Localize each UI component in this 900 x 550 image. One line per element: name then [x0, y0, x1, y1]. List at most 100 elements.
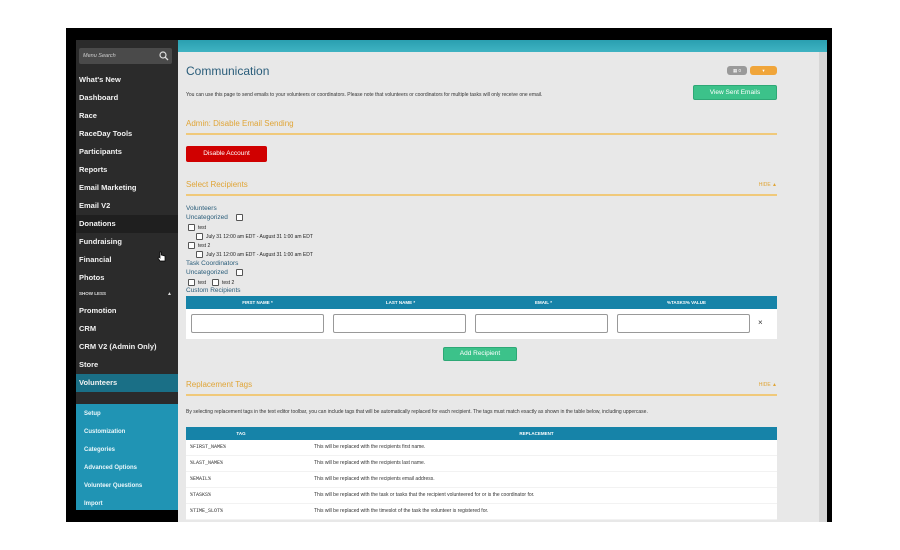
task-coordinators-label: Task Coordinators — [186, 260, 239, 267]
view-sent-emails-button[interactable]: View Sent Emails — [693, 85, 777, 100]
tag-name: %FIRST_NAME% — [190, 444, 227, 450]
add-recipient-button[interactable]: Add Recipient — [443, 347, 517, 361]
replacement-table-header: TAG REPLACEMENT — [186, 427, 777, 440]
submenu-item-advanced-options[interactable]: Advanced Options — [84, 461, 137, 475]
divider — [186, 133, 777, 135]
custom-recipients-label: Custom Recipients — [186, 287, 241, 294]
chevron-up-icon: ▲ — [772, 182, 777, 188]
table-row: %TASKS% This will be replaced with the t… — [186, 488, 777, 504]
test-label: test — [198, 225, 207, 231]
replacement-hide-label: HIDE — [758, 382, 771, 388]
test2-checkbox[interactable] — [188, 242, 195, 249]
chevron-up-icon: ▲ — [772, 382, 777, 388]
submenu-item-volunteer-questions[interactable]: Volunteer Questions — [84, 479, 142, 493]
chevron-up-icon: ▲ — [167, 291, 172, 297]
show-less-label: SHOW LESS — [79, 291, 107, 296]
volunteers-label: Volunteers — [186, 205, 217, 212]
admin-section-title: Admin: Disable Email Sending — [186, 119, 294, 128]
slot1-label: July 31 12:00 am EDT - August 31 1:00 am… — [206, 234, 313, 240]
column-last-name: LAST NAME * — [385, 300, 416, 305]
sidebar-item-race[interactable]: Race — [76, 107, 178, 125]
sidebar-item-promotion[interactable]: Promotion — [76, 302, 178, 320]
column-tasks-value: %TASKS% VALUE — [666, 300, 707, 305]
column-tag: TAG — [236, 431, 246, 436]
page-scrollbar[interactable] — [819, 52, 827, 522]
tag-name: %LAST_NAME% — [190, 460, 224, 466]
top-banner — [178, 40, 827, 52]
sidebar-item-donations[interactable]: Donations — [76, 215, 178, 233]
slot1-checkbox[interactable] — [196, 233, 203, 240]
tag-replacement: This will be replaced with the recipient… — [314, 444, 426, 450]
volunteers-submenu: Setup Customization Categories Advanced … — [76, 404, 178, 510]
sidebar-item-store[interactable]: Store — [76, 356, 178, 374]
column-email: EMAIL * — [535, 300, 552, 305]
disable-account-button[interactable]: Disable Account — [186, 146, 267, 162]
orange-pill-label: ▾ — [762, 68, 765, 73]
email-input[interactable] — [475, 314, 608, 333]
coord-test-label: test — [198, 280, 207, 286]
header-gray-pill[interactable]: ▦ 0 — [727, 66, 747, 75]
sidebar-item-raceday-tools[interactable]: RaceDay Tools — [76, 125, 178, 143]
uncategorized-checkbox[interactable] — [236, 214, 243, 221]
select-recipients-title: Select Recipients — [186, 180, 248, 189]
table-row: %EMAIL% This will be replaced with the r… — [186, 472, 777, 488]
tag-name: %EMAIL% — [190, 476, 212, 482]
gray-pill-label: 0 — [738, 68, 742, 73]
recipients-hide-toggle[interactable]: HIDE ▲ — [759, 182, 777, 188]
table-row: %TIME_SLOT% This will be replaced with t… — [186, 504, 777, 520]
header-orange-pill[interactable]: ▾ — [750, 66, 777, 75]
list-icon: ▦ — [732, 68, 738, 73]
sidebar-item-email-marketing[interactable]: Email Marketing — [76, 179, 178, 197]
search-icon[interactable] — [159, 51, 169, 61]
sidebar-show-less[interactable]: SHOW LESS ▲ — [76, 287, 178, 301]
tag-replacement: This will be replaced with the recipient… — [314, 476, 435, 482]
custom-recipients-header: FIRST NAME * LAST NAME * EMAIL * %TASKS%… — [186, 296, 777, 309]
coord-uncategorized-checkbox[interactable] — [236, 269, 243, 276]
custom-recipient-row: × — [186, 309, 777, 339]
first-name-input[interactable] — [191, 314, 324, 333]
sidebar-item-dashboard[interactable]: Dashboard — [76, 89, 178, 107]
column-replacement: REPLACEMENT — [519, 431, 554, 436]
last-name-input[interactable] — [333, 314, 466, 333]
slot2-checkbox[interactable] — [196, 251, 203, 258]
sidebar-item-photos[interactable]: Photos — [76, 269, 178, 287]
sidebar-item-volunteers[interactable]: Volunteers — [76, 374, 178, 392]
sidebar-item-fundraising[interactable]: Fundraising — [76, 233, 178, 251]
remove-row-icon[interactable]: × — [758, 318, 763, 327]
replacement-description: By selecting replacement tags in the tex… — [186, 409, 648, 415]
tag-replacement: This will be replaced with the timeslot … — [314, 508, 489, 514]
tag-name: %TIME_SLOT% — [190, 508, 224, 514]
divider — [186, 194, 777, 196]
page-description: You can use this page to send emails to … — [186, 92, 543, 98]
replacement-hide-toggle[interactable]: HIDE ▲ — [759, 382, 777, 388]
submenu-item-categories[interactable]: Categories — [84, 443, 115, 457]
sidebar-item-participants[interactable]: Participants — [76, 143, 178, 161]
sidebar: Menu Search What's New Dashboard Race Ra… — [76, 40, 178, 510]
tag-name: %TASKS% — [190, 492, 212, 498]
coord-test2-checkbox[interactable] — [212, 279, 219, 286]
submenu-item-customization[interactable]: Customization — [84, 425, 125, 439]
sidebar-item-crm-v2[interactable]: CRM V2 (Admin Only) — [76, 338, 178, 356]
hand-cursor-icon — [157, 251, 166, 262]
recipients-hide-label: HIDE — [758, 182, 771, 188]
tag-replacement: This will be replaced with the recipient… — [314, 460, 426, 466]
sidebar-item-email-v2[interactable]: Email V2 — [76, 197, 178, 215]
column-first-name: FIRST NAME * — [242, 300, 273, 305]
coord-test2-label: test 2 — [222, 280, 235, 286]
menu-search-input[interactable]: Menu Search — [79, 48, 172, 64]
test-checkbox[interactable] — [188, 224, 195, 231]
tasks-value-input[interactable] — [617, 314, 750, 333]
coord-test-checkbox[interactable] — [188, 279, 195, 286]
menu-search-placeholder: Menu Search — [83, 53, 116, 59]
submenu-item-import[interactable]: Import — [84, 497, 103, 510]
divider — [186, 394, 777, 396]
table-row: %LAST_NAME% This will be replaced with t… — [186, 456, 777, 472]
sidebar-item-crm[interactable]: CRM — [76, 320, 178, 338]
tag-replacement: This will be replaced with the task or t… — [314, 492, 535, 498]
sidebar-item-reports[interactable]: Reports — [76, 161, 178, 179]
sidebar-item-whats-new[interactable]: What's New — [76, 71, 178, 89]
coord-uncategorized-label: Uncategorized — [186, 269, 228, 276]
table-row: %FIRST_NAME% This will be replaced with … — [186, 440, 777, 456]
replacement-tags-title: Replacement Tags — [186, 380, 253, 389]
submenu-item-setup[interactable]: Setup — [84, 407, 101, 421]
